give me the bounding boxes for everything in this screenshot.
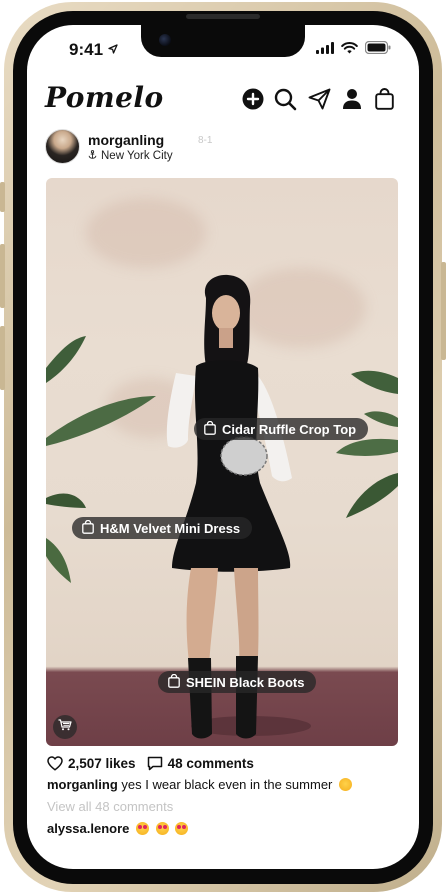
heart-icon[interactable] (47, 755, 63, 771)
paper-plane-icon[interactable] (307, 87, 331, 111)
photo-illustration (46, 274, 398, 739)
battery-icon (364, 40, 391, 59)
power-button (441, 262, 446, 360)
volume-up-button (0, 244, 5, 308)
post-date: 8-1 (198, 135, 213, 146)
shopping-cart-icon (58, 718, 72, 736)
caption-text: yes I wear black even in the summer (121, 777, 333, 792)
app-header: Pomelo (27, 77, 419, 121)
screen: 9:41 Pomelo morganling 8-1 New York City… (27, 25, 419, 869)
product-tag-label: Cidar Ruffle Crop Top (222, 421, 357, 437)
earpiece-speaker (186, 14, 260, 19)
view-all-comments-link[interactable]: View all 48 comments (47, 799, 173, 814)
post-username[interactable]: morganling (88, 132, 164, 148)
caption-username[interactable]: morganling (47, 777, 118, 792)
smiling-face-emoji (339, 778, 353, 791)
heart-eyes-emoji (175, 822, 189, 835)
notch (141, 25, 305, 57)
comment-row: alyssa.lenore (47, 821, 189, 836)
product-tag-boots[interactable]: SHEIN Black Boots (158, 671, 317, 693)
location-label: New York City (101, 150, 173, 162)
avatar[interactable] (45, 129, 80, 164)
app-logo: Pomelo (45, 81, 164, 114)
shopping-bag-icon[interactable] (372, 87, 396, 111)
product-tag-mini-dress[interactable]: H&M Velvet Mini Dress (72, 517, 253, 539)
anchor-icon (88, 150, 97, 162)
comment-icon[interactable] (147, 756, 163, 771)
status-time: 9:41 (69, 39, 118, 60)
location-arrow-icon (108, 39, 118, 59)
post-photo[interactable]: Cidar Ruffle Crop Top H&M Velvet Mini Dr… (46, 178, 398, 746)
shopping-cart-button[interactable] (53, 715, 77, 739)
product-tag-label: SHEIN Black Boots (186, 674, 305, 690)
add-circle-icon[interactable] (241, 87, 265, 111)
post-location[interactable]: New York City (88, 150, 173, 162)
front-camera (159, 34, 171, 46)
comments-count[interactable]: 48 comments (168, 756, 254, 771)
product-tag-crop-top[interactable]: Cidar Ruffle Crop Top (194, 418, 369, 440)
search-icon[interactable] (273, 87, 297, 111)
comment-username[interactable]: alyssa.lenore (47, 821, 129, 836)
profile-icon[interactable] (340, 87, 364, 111)
post-actions: 2,507 likes 48 comments (47, 754, 254, 772)
mute-switch (0, 182, 5, 212)
heart-eyes-emoji (136, 822, 150, 835)
signal-icon (316, 41, 334, 59)
shopping-bag-icon (204, 420, 216, 438)
heart-eyes-emoji (155, 822, 169, 835)
likes-count[interactable]: 2,507 likes (68, 756, 136, 771)
post-caption: morganling yes I wear black even in the … (47, 777, 353, 792)
shopping-bag-icon (168, 673, 180, 691)
product-tag-label: H&M Velvet Mini Dress (100, 520, 241, 536)
wifi-icon (341, 41, 358, 59)
post-header: morganling 8-1 New York City (45, 129, 401, 165)
shopping-bag-icon (82, 519, 94, 537)
volume-down-button (0, 326, 5, 390)
status-icons (316, 40, 391, 59)
